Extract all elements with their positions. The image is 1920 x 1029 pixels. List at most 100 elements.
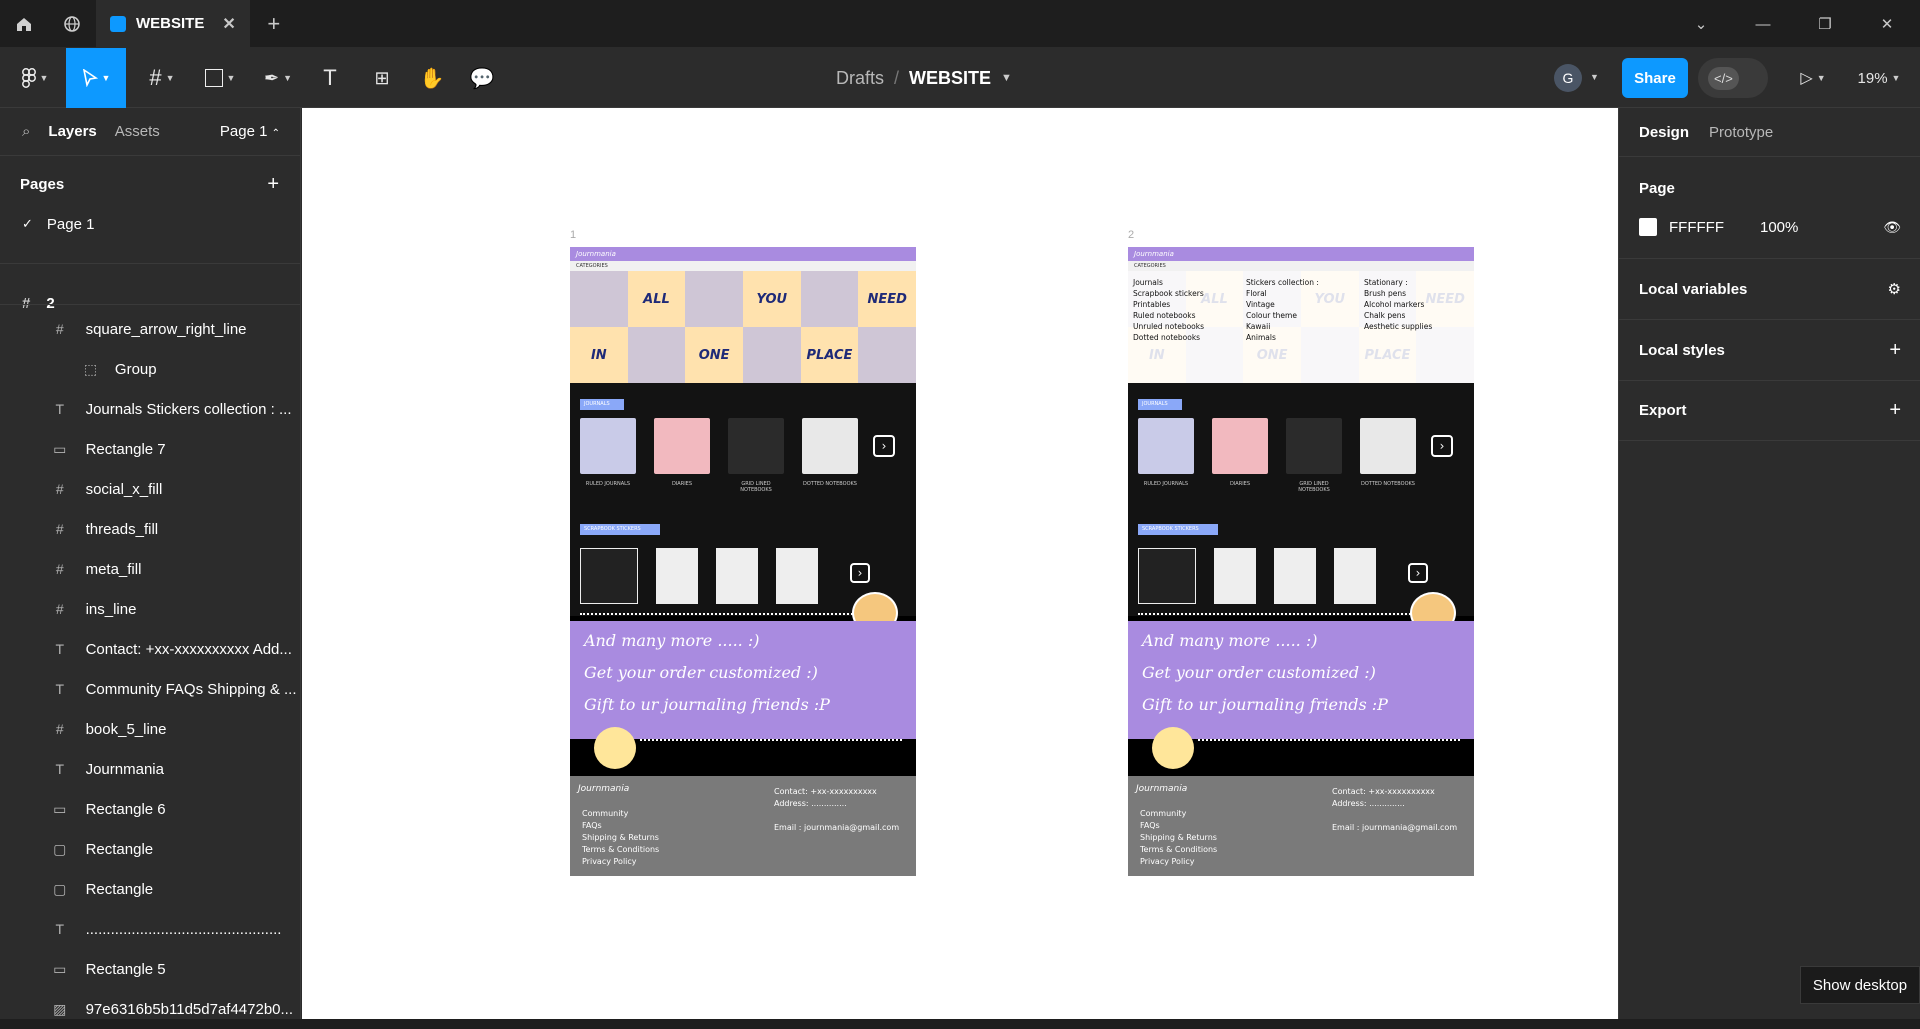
variables-icon[interactable]: ⚙ bbox=[1888, 280, 1901, 298]
dropdown-item[interactable]: Floral bbox=[1246, 288, 1319, 299]
dropdown-item[interactable]: Journals bbox=[1133, 277, 1204, 288]
layer-item[interactable]: # ins_line bbox=[0, 589, 300, 629]
new-tab-icon[interactable]: + bbox=[250, 0, 298, 48]
layer-item[interactable]: # book_5_line bbox=[0, 709, 300, 749]
layer-item[interactable]: ▭ Rectangle 6 bbox=[0, 789, 300, 829]
page-selector[interactable]: Page 1 ⌃ bbox=[220, 123, 280, 140]
shape-tool-button[interactable]: ▼ bbox=[196, 48, 244, 108]
page-opacity-value[interactable]: 100% bbox=[1760, 219, 1798, 236]
layer-item[interactable]: T Contact: +xx-xxxxxxxxxx Add... bbox=[0, 629, 300, 669]
canvas[interactable]: 1 2 Journmania CATEGORIES ALL YOU NEED IN ONE P… bbox=[302, 108, 1618, 1019]
layer-item[interactable]: # meta_fill bbox=[0, 549, 300, 589]
frame-tool-button[interactable]: # ▼ bbox=[138, 48, 186, 108]
local-styles-section[interactable]: Local styles + bbox=[1619, 319, 1920, 380]
layer-item[interactable]: T Community FAQs Shipping & ... bbox=[0, 669, 300, 709]
close-tab-icon[interactable]: ✕ bbox=[222, 14, 235, 34]
page-item-page-1[interactable]: ✓ Page 1 bbox=[0, 204, 300, 244]
next-arrow-icon[interactable]: › bbox=[1431, 435, 1453, 457]
dropdown-item[interactable]: Alcohol markers bbox=[1364, 299, 1432, 310]
add-style-icon[interactable]: + bbox=[1889, 339, 1901, 362]
comment-tool-button[interactable]: 💬 bbox=[464, 48, 500, 108]
tab-layers[interactable]: Layers bbox=[48, 123, 96, 140]
layer-item[interactable]: ▭ Rectangle 7 bbox=[0, 429, 300, 469]
frame-2-label[interactable]: 2 bbox=[1128, 229, 1134, 241]
close-window-icon[interactable]: ✕ bbox=[1856, 0, 1918, 48]
footer-link[interactable]: Terms & Conditions bbox=[582, 844, 659, 856]
footer-link[interactable]: Shipping & Returns bbox=[1140, 832, 1217, 844]
chevron-down-icon[interactable]: ⌄ bbox=[1670, 0, 1732, 48]
search-icon[interactable]: ⌕ bbox=[22, 123, 30, 140]
file-name[interactable]: WEBSITE bbox=[909, 68, 991, 89]
tab-prototype[interactable]: Prototype bbox=[1709, 124, 1773, 141]
layer-item[interactable]: # square_arrow_right_line bbox=[0, 309, 300, 349]
move-tool-button[interactable]: ▼ bbox=[66, 48, 126, 108]
page-fill-row[interactable]: FFFFFF 100% 👁 bbox=[1639, 218, 1901, 236]
export-section[interactable]: Export + bbox=[1619, 380, 1920, 441]
add-export-icon[interactable]: + bbox=[1889, 399, 1901, 422]
chevron-down-icon[interactable]: ▼ bbox=[1001, 72, 1012, 84]
local-variables-section[interactable]: Local variables ⚙ bbox=[1619, 258, 1920, 319]
layer-item[interactable]: ▭ Rectangle 5 bbox=[0, 949, 300, 989]
footer-link[interactable]: FAQs bbox=[1140, 820, 1217, 832]
footer-link[interactable]: FAQs bbox=[582, 820, 659, 832]
frame-1-label[interactable]: 1 bbox=[570, 229, 576, 241]
footer-link[interactable]: Community bbox=[582, 808, 659, 820]
dropdown-item[interactable]: Aesthetic supplies bbox=[1364, 321, 1432, 332]
layer-item[interactable]: ⬚ Group bbox=[0, 349, 300, 389]
add-page-icon[interactable]: + bbox=[267, 173, 279, 196]
home-icon[interactable] bbox=[0, 0, 48, 48]
next-arrow-icon[interactable]: › bbox=[1408, 563, 1428, 583]
dev-mode-toggle[interactable]: </> bbox=[1698, 58, 1768, 98]
restore-icon[interactable]: ❐ bbox=[1794, 0, 1856, 48]
layer-item[interactable]: # threads_fill bbox=[0, 509, 300, 549]
footer-link[interactable]: Terms & Conditions bbox=[1140, 844, 1217, 856]
zoom-dropdown[interactable]: 19% ▼ bbox=[1848, 48, 1910, 108]
dropdown-item[interactable]: Chalk pens bbox=[1364, 310, 1432, 321]
layer-item[interactable]: T Journals Stickers collection : ... bbox=[0, 389, 300, 429]
color-swatch[interactable] bbox=[1639, 218, 1657, 236]
dropdown-item[interactable]: Printables bbox=[1133, 299, 1204, 310]
text-tool-button[interactable]: T bbox=[312, 48, 348, 108]
present-button[interactable]: ▷ ▼ bbox=[1792, 48, 1834, 108]
main-menu-button[interactable]: ▼ bbox=[10, 48, 60, 108]
dropdown-item[interactable]: Vintage bbox=[1246, 299, 1319, 310]
tab-assets[interactable]: Assets bbox=[115, 123, 160, 140]
artboard-2[interactable]: JournmaniaCATEGORIESALLYOUNEEDINONEPLACE… bbox=[1128, 247, 1474, 876]
layer-item[interactable]: T Journmania bbox=[0, 749, 300, 789]
next-arrow-icon[interactable]: › bbox=[850, 563, 870, 583]
resources-tool-button[interactable]: ⊞ bbox=[364, 48, 400, 108]
eye-icon[interactable]: 👁 bbox=[1883, 219, 1901, 236]
breadcrumb-drafts[interactable]: Drafts bbox=[836, 68, 884, 89]
pen-tool-button[interactable]: ✒ ▼ bbox=[254, 48, 302, 108]
footer-link[interactable]: Privacy Policy bbox=[582, 856, 659, 868]
next-arrow-icon[interactable]: › bbox=[873, 435, 895, 457]
dropdown-item[interactable]: Stickers collection : bbox=[1246, 277, 1319, 288]
dropdown-item[interactable]: Unruled notebooks bbox=[1133, 321, 1204, 332]
artboard-1[interactable]: Journmania CATEGORIES ALL YOU NEED IN ONE PLACE… bbox=[570, 247, 916, 876]
share-button[interactable]: Share bbox=[1622, 58, 1688, 98]
tab-design[interactable]: Design bbox=[1639, 124, 1689, 141]
globe-icon[interactable] bbox=[48, 0, 96, 48]
dropdown-item[interactable]: Scrapbook stickers bbox=[1133, 288, 1204, 299]
dropdown-item[interactable]: Colour theme bbox=[1246, 310, 1319, 321]
chevron-down-icon[interactable]: ▼ bbox=[1590, 72, 1599, 82]
avatar[interactable]: G bbox=[1554, 64, 1582, 92]
journal-caption: RULED JOURNALS bbox=[585, 481, 631, 487]
layer-item[interactable]: T.......................................… bbox=[0, 909, 300, 949]
layer-item[interactable]: # social_x_fill bbox=[0, 469, 300, 509]
footer-link[interactable]: Privacy Policy bbox=[1140, 856, 1217, 868]
dropdown-item[interactable]: Ruled notebooks bbox=[1133, 310, 1204, 321]
layer-item[interactable]: ▢ Rectangle bbox=[0, 829, 300, 869]
footer-link[interactable]: Community bbox=[1140, 808, 1217, 820]
hand-tool-button[interactable]: ✋ bbox=[414, 48, 450, 108]
minimize-icon[interactable]: — bbox=[1732, 0, 1794, 48]
dropdown-item[interactable]: Kawaii bbox=[1246, 321, 1319, 332]
footer-link[interactable]: Shipping & Returns bbox=[582, 832, 659, 844]
dropdown-item[interactable]: Brush pens bbox=[1364, 288, 1432, 299]
page-color-value[interactable]: FFFFFF bbox=[1669, 219, 1724, 236]
dropdown-item[interactable]: Animals bbox=[1246, 332, 1319, 343]
dropdown-item[interactable]: Dotted notebooks bbox=[1133, 332, 1204, 343]
layer-item[interactable]: ▢ Rectangle bbox=[0, 869, 300, 909]
dropdown-item[interactable]: Stationary : bbox=[1364, 277, 1432, 288]
tab-website[interactable]: WEBSITE ✕ bbox=[96, 0, 250, 48]
